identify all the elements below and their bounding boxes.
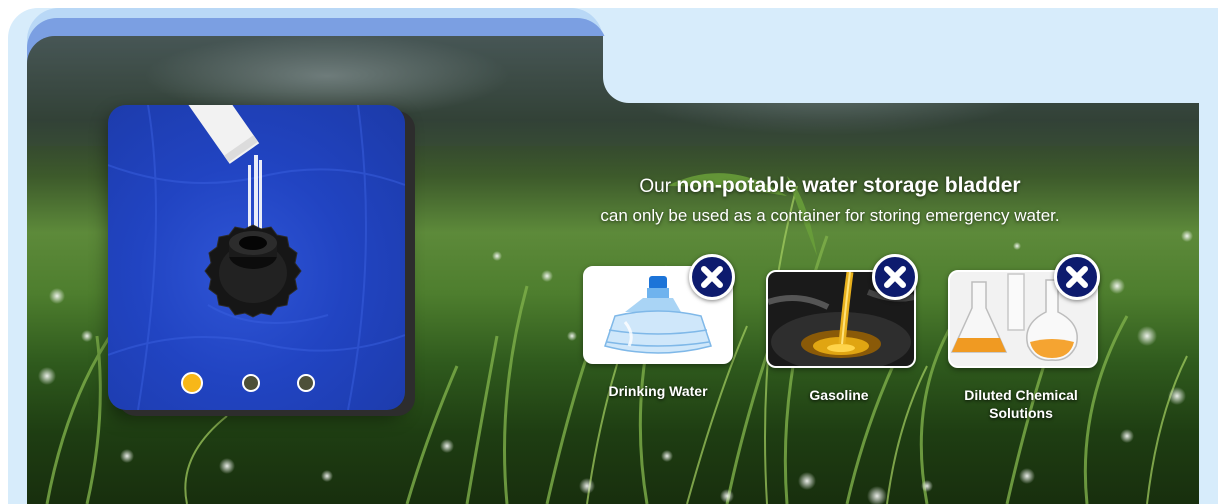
- carousel-dot-2[interactable]: [242, 374, 260, 392]
- headline-subline: can only be used as a container for stor…: [600, 206, 1060, 225]
- page: Our non-potable water storage bladder ca…: [0, 0, 1218, 504]
- close-icon: [689, 254, 735, 300]
- headline-title: Our non-potable water storage bladder: [540, 172, 1120, 201]
- item-label-drinking-water: Drinking Water: [608, 383, 708, 399]
- item-label-diluted-chemical-solutions: Diluted Chemical Solutions: [964, 387, 1078, 421]
- product-image-carousel[interactable]: [108, 105, 405, 410]
- carousel-dot-3[interactable]: [297, 374, 315, 392]
- item-label-gasoline: Gasoline: [809, 387, 869, 403]
- close-icon: [1054, 254, 1100, 300]
- carousel-dots: [108, 372, 405, 396]
- headline-prefix: Our: [639, 176, 672, 197]
- carousel-dot-1[interactable]: [181, 372, 203, 394]
- close-icon: [872, 254, 918, 300]
- headline-emphasis: non-potable water storage bladder: [676, 174, 1021, 197]
- header-notch: [603, 36, 1218, 103]
- bladder-valve-image: [108, 105, 405, 410]
- headline: Our non-potable water storage bladder ca…: [540, 172, 1120, 229]
